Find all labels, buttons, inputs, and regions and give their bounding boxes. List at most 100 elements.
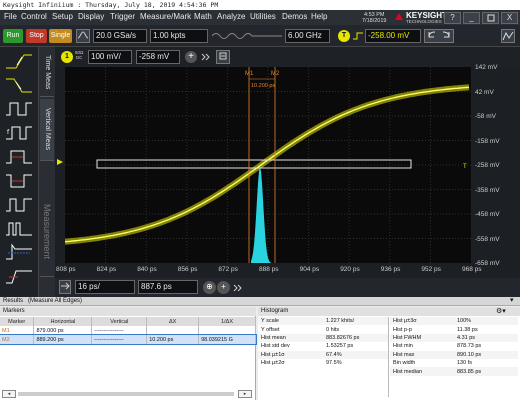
waveform-plot: M1 M2 10.200 ps T	[64, 67, 471, 263]
timebase-scale-field[interactable]: 16 ps/	[75, 280, 135, 294]
add-time-button[interactable]: +	[217, 281, 230, 294]
markers-panel: Markers Marker Horizontal Vertical ΔX 1/…	[0, 307, 257, 400]
vertical-offset-field[interactable]: -258 mV	[136, 50, 180, 64]
histogram-stat-row: Hist median 883.85 ps	[390, 367, 518, 376]
bandwidth-field[interactable]: 6.00 GHz	[285, 29, 330, 43]
minimize-button[interactable]: _	[463, 12, 480, 24]
help-button[interactable]: ?	[444, 12, 461, 24]
marker-inverse-delta-x	[198, 326, 256, 335]
restore-icon	[487, 14, 494, 22]
stat-value: 883.85 ps	[457, 368, 482, 375]
histogram-stat-row: Hist max 890.10 ps	[390, 350, 518, 359]
horizontal-arrow-icon	[61, 282, 70, 290]
trigger-badge[interactable]: T	[338, 30, 350, 42]
trigger-level-marker: T	[463, 164, 467, 170]
menu-setup[interactable]: Setup	[52, 12, 73, 21]
menu-measure-mark[interactable]: Measure/Mark	[140, 12, 191, 21]
results-header: Results (Measure All Edges) ▾	[0, 297, 520, 306]
frequency-icon[interactable]: f	[4, 123, 34, 143]
auto-scale-button[interactable]	[501, 29, 515, 43]
histogram-stat-row: Hist μ±3σ 100%	[390, 317, 518, 326]
undo-redo-button[interactable]	[424, 29, 454, 43]
marker-vertical: ----------------	[91, 326, 148, 335]
results-title: Results	[3, 298, 24, 304]
markers-scroll-right-button[interactable]: ▸	[238, 390, 252, 398]
tab-time-meas[interactable]: Time Meas	[40, 49, 54, 97]
column-marker: Marker	[0, 317, 35, 326]
positive-width-icon[interactable]	[4, 147, 34, 167]
vertical-scale-field[interactable]: 100 mV/	[88, 50, 132, 64]
close-button[interactable]: X	[501, 12, 518, 24]
rise-time-icon[interactable]	[4, 51, 34, 71]
control-bar: Run Stop Single 20.0 GSa/s 1.00 kpts 6.0…	[0, 25, 520, 47]
label-icon	[219, 52, 227, 60]
histogram-settings-icon[interactable]: ⚙▾	[496, 307, 506, 316]
expand-chevron-icon[interactable]	[201, 53, 211, 61]
menu-display[interactable]: Display	[78, 12, 104, 21]
add-waveform-button[interactable]: +	[185, 51, 197, 63]
histogram-divider	[388, 317, 389, 397]
period-icon[interactable]	[4, 99, 34, 119]
histogram-stat-row: Hist std dev 1.53257 ps	[258, 342, 388, 350]
marker-row-m1[interactable]: M1 879.000 ps ----------------	[0, 326, 256, 335]
y-tick-label: -358 mV	[475, 186, 500, 194]
restore-button[interactable]	[482, 12, 499, 24]
negative-width-icon[interactable]	[4, 171, 34, 191]
stat-label: Hist FWHM	[393, 334, 422, 341]
fall-time-icon[interactable]	[4, 75, 34, 95]
menu-file[interactable]: File	[4, 12, 17, 21]
timebase-expand-icon[interactable]	[233, 284, 243, 292]
marker-vertical: ----------------	[91, 335, 148, 344]
run-button[interactable]: Run	[3, 29, 23, 43]
menu-math[interactable]: Math	[194, 12, 212, 21]
results-pin-icon[interactable]: ▾	[510, 296, 514, 305]
stop-button[interactable]: Stop	[26, 29, 47, 43]
channel-coupling: 50Ω DC	[75, 50, 83, 60]
waveform-display[interactable]: M1 M2 10.200 ps T	[64, 67, 471, 263]
y-tick-label: 42 mV	[475, 88, 494, 96]
markers-table: Marker Horizontal Vertical ΔX 1/ΔX M1 87…	[0, 317, 257, 345]
label-button[interactable]	[216, 50, 230, 64]
histogram-stat-row: Y scale 1.227 khits/	[258, 317, 388, 326]
menu-control[interactable]: Control	[21, 12, 47, 21]
menu-demos[interactable]: Demos	[282, 12, 307, 21]
overshoot-icon[interactable]	[4, 243, 34, 263]
stat-label: Hist μ±3σ	[393, 318, 417, 325]
channel-1-badge[interactable]: 1	[61, 51, 73, 63]
menu-help[interactable]: Help	[311, 12, 327, 21]
setup-hold-icon[interactable]	[4, 267, 34, 287]
x-tick-label: 904 ps	[299, 266, 320, 273]
burst-width-icon[interactable]	[4, 219, 34, 239]
stat-value: 97.5%	[326, 360, 342, 367]
acquisition-mode-button[interactable]	[76, 29, 90, 43]
histogram-stat-row: Hist p-p 11.38 ps	[390, 325, 518, 333]
single-button[interactable]: Single	[49, 29, 72, 43]
x-tick-label: 920 ps	[340, 266, 360, 273]
markers-scrollbar[interactable]	[18, 392, 234, 396]
histogram-stat-row: Hist mean 883.82676 ps	[258, 333, 388, 343]
y-tick-label: -158 mV	[475, 137, 500, 145]
memory-depth-field[interactable]: 1.00 kpts	[150, 29, 208, 43]
timebase-position-field[interactable]: 887.6 ps	[138, 280, 198, 294]
channel-ground-marker[interactable]	[57, 158, 65, 166]
zoom-button[interactable]: ⊕	[203, 281, 216, 294]
stat-value: 11.38 ps	[457, 326, 478, 333]
brand-sub: TECHNOLOGIES	[406, 19, 442, 24]
menu-utilities[interactable]: Utilities	[250, 12, 276, 21]
marker-row-m2[interactable]: M2 889.200 ps ---------------- 10.200 ps…	[0, 334, 257, 345]
duty-cycle-icon[interactable]	[4, 195, 34, 215]
menu-trigger[interactable]: Trigger	[110, 12, 135, 21]
markers-title: Markers	[3, 308, 25, 314]
sample-rate-field[interactable]: 20.0 GSa/s	[93, 29, 147, 43]
histogram-stat-row: Bin width 130 fs	[390, 359, 518, 367]
trigger-level-field[interactable]: -258.00 mV	[365, 29, 421, 43]
tab-vertical-meas[interactable]: Vertical Meas	[40, 99, 54, 161]
marker-name: M1	[0, 326, 35, 335]
menu-analyze[interactable]: Analyze	[217, 12, 245, 21]
histogram-title: Histogram	[261, 308, 289, 314]
markers-scroll-left-button[interactable]: ◂	[2, 390, 16, 398]
stat-label: Y scale	[261, 318, 279, 325]
stat-label: Hist μ±2σ	[261, 360, 285, 367]
horizontal-settings-button[interactable]	[59, 280, 71, 294]
stat-value: 890.10 ps	[457, 351, 482, 358]
